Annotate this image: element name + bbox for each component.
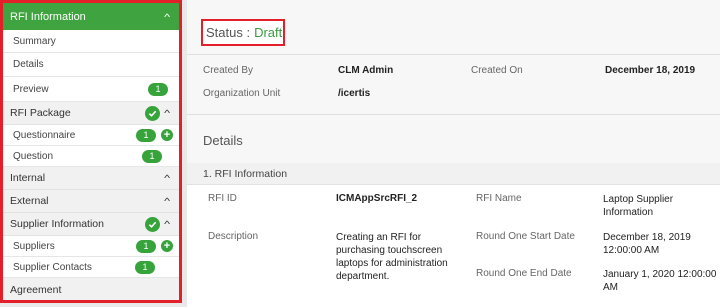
count-badge: 1 — [135, 260, 155, 274]
rfi-id-label: RFI ID — [208, 193, 237, 204]
org-unit-value: /icertis — [338, 88, 371, 99]
chevron-up-icon[interactable]: ^ — [164, 196, 170, 206]
created-on-value: December 18, 2019 — [605, 65, 696, 76]
description-line: laptops for administration — [336, 258, 448, 269]
section-rfi-package[interactable]: RFI Package ^ — [3, 102, 179, 125]
details-heading: Details — [203, 133, 243, 148]
rfi-name-line: Laptop Supplier — [603, 194, 674, 205]
round-start-line: December 18, 2019 — [603, 232, 691, 243]
sidebar-item-label: Preview — [13, 83, 49, 95]
add-icon[interactable]: + — [161, 129, 173, 141]
section-supplier-information[interactable]: Supplier Information ^ — [3, 213, 179, 236]
status-label: Status : — [206, 25, 251, 40]
section-rfi-information-header[interactable]: 1. RFI Information — [187, 163, 720, 185]
section-title: 1. RFI Information — [203, 167, 288, 180]
section-label: Internal — [10, 172, 46, 184]
org-unit-label: Organization Unit — [203, 88, 281, 99]
divider — [187, 54, 720, 55]
section-agreement[interactable]: Agreement — [3, 278, 179, 300]
section-external[interactable]: External ^ — [3, 190, 179, 213]
section-label: RFI Information — [10, 10, 86, 23]
checkmark-icon — [144, 216, 160, 232]
sidebar-item-preview[interactable]: Preview 1 — [3, 77, 179, 102]
round-end-label: Round One End Date — [476, 268, 572, 279]
count-badge: 1 — [136, 239, 156, 253]
status-indicator: Status : Draft — [201, 19, 285, 46]
sidebar-item-supplier-contacts[interactable]: Supplier Contacts 1 — [3, 257, 179, 278]
sidebar-item-details[interactable]: Details — [3, 53, 179, 77]
created-by-value: CLM Admin — [338, 65, 394, 76]
created-by-label: Created By — [203, 65, 254, 76]
chevron-up-icon[interactable]: ^ — [164, 173, 170, 183]
sidebar-item-label: Supplier Contacts — [13, 261, 92, 273]
count-badge: 1 — [136, 128, 156, 142]
description-line: Creating an RFI for — [336, 232, 422, 243]
round-end-value: January 1, 2020 12:00:00 AM — [603, 268, 716, 294]
count-badge: 1 — [142, 149, 162, 163]
rfi-name-label: RFI Name — [476, 193, 522, 204]
sidebar-item-label: Summary — [13, 35, 56, 47]
description-line: department. — [336, 271, 390, 282]
section-label: External — [10, 195, 49, 207]
chevron-up-icon[interactable]: ^ — [164, 219, 170, 229]
section-label: Agreement — [10, 283, 62, 296]
description-value: Creating an RFI for purchasing touchscre… — [336, 231, 448, 283]
chevron-up-icon[interactable]: ^ — [164, 108, 170, 118]
round-start-label: Round One Start Date — [476, 231, 575, 242]
sidebar-nav: RFI Information ^ Summary Details Previe… — [0, 0, 182, 303]
description-label: Description — [208, 231, 259, 242]
sidebar-item-suppliers[interactable]: Suppliers 1 + — [3, 236, 179, 257]
sidebar-item-question[interactable]: Question 1 — [3, 146, 179, 167]
section-label: Supplier Information — [10, 218, 104, 230]
rfi-name-line: Information — [603, 207, 654, 218]
description-line: purchasing touchscreen — [336, 245, 443, 256]
round-end-line: AM — [603, 282, 618, 293]
sidebar-item-label: Questionnaire — [13, 129, 76, 141]
sidebar-item-label: Question — [13, 150, 54, 162]
rfi-name-value: Laptop Supplier Information — [603, 193, 673, 219]
main-panel: Status : Draft Created By CLM Admin Crea… — [187, 0, 720, 307]
divider — [187, 114, 720, 115]
section-rfi-information[interactable]: RFI Information ^ — [3, 3, 179, 30]
created-on-label: Created On — [471, 65, 523, 76]
section-label: RFI Package — [10, 107, 71, 119]
chevron-up-icon[interactable]: ^ — [164, 12, 170, 22]
sidebar-item-label: Suppliers — [13, 240, 55, 252]
round-end-line: January 1, 2020 12:00:00 — [603, 269, 717, 280]
round-start-value: December 18, 2019 12:00:00 AM — [603, 231, 691, 257]
status-value: Draft — [254, 25, 283, 40]
checkmark-icon — [144, 105, 160, 121]
add-icon[interactable]: + — [161, 240, 173, 252]
sidebar-item-label: Details — [13, 59, 44, 70]
section-internal[interactable]: Internal ^ — [3, 167, 179, 190]
details-grid: RFI ID ICMAppSrcRFI_2 RFI Name Laptop Su… — [187, 185, 720, 307]
rfi-id-value: ICMAppSrcRFI_2 — [336, 193, 418, 204]
sidebar-item-summary[interactable]: Summary — [3, 30, 179, 53]
count-badge: 1 — [148, 82, 168, 96]
sidebar-item-questionnaire[interactable]: Questionnaire 1 + — [3, 125, 179, 146]
round-start-line: 12:00:00 AM — [603, 245, 660, 256]
